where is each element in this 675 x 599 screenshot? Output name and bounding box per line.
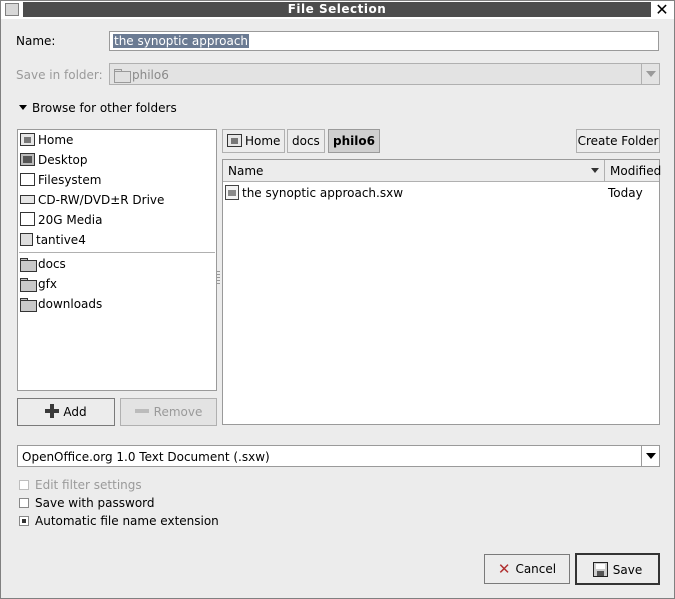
minus-icon (134, 409, 149, 413)
folder-icon (114, 69, 131, 83)
title-bar: File Selection ✕ (1, 1, 674, 19)
path-button-philo6[interactable]: philo6 (328, 129, 380, 153)
desktop-icon (20, 153, 35, 166)
chevron-down-icon (646, 453, 656, 459)
add-bookmark-button[interactable]: Add (17, 398, 115, 426)
folder-icon (20, 298, 37, 312)
file-modified: Today (608, 186, 643, 200)
save-in-folder-label: Save in folder: (16, 68, 103, 82)
automatic-extension-checkbox[interactable] (19, 516, 29, 526)
remove-bookmark-button[interactable]: Remove (120, 398, 217, 426)
network-icon (20, 233, 33, 246)
edit-filter-settings-label: Edit filter settings (35, 478, 142, 492)
file-type-filter-value: OpenOffice.org 1.0 Text Document (.sxw) (22, 450, 270, 464)
home-icon (227, 134, 242, 147)
places-sidebar: Home Desktop Filesystem CD-RW/DVD±R Driv… (17, 129, 217, 391)
column-header-name[interactable]: Name (223, 160, 605, 182)
sidebar-separator (19, 252, 215, 253)
sort-arrow-icon (591, 168, 599, 173)
filesystem-icon (20, 173, 35, 186)
cancel-button[interactable]: ✕ Cancel (484, 554, 570, 584)
create-folder-button[interactable]: Create Folder (576, 129, 660, 153)
save-button[interactable]: Save (575, 553, 660, 585)
sidebar-item-docs[interactable]: docs (20, 254, 66, 274)
floppy-disk-icon (592, 562, 608, 577)
cancel-icon: ✕ (497, 560, 511, 578)
path-button-home[interactable]: Home (222, 129, 286, 153)
window-menu-icon[interactable] (5, 3, 19, 16)
sidebar-item-desktop[interactable]: Desktop (20, 150, 88, 170)
sidebar-item-media[interactable]: 20G Media (20, 210, 102, 230)
save-in-folder-dropdown-button[interactable] (641, 64, 659, 84)
save-in-folder-value: philo6 (114, 68, 169, 83)
expander-arrow-icon (19, 105, 27, 110)
automatic-extension-label: Automatic file name extension (35, 514, 219, 528)
file-type-dropdown-button[interactable] (641, 446, 659, 466)
save-in-folder-combo[interactable]: philo6 (109, 63, 660, 85)
name-field-selection: the synoptic approach (113, 34, 250, 48)
media-icon (20, 212, 35, 226)
chevron-down-icon (646, 71, 656, 77)
sidebar-item-gfx[interactable]: gfx (20, 274, 57, 294)
sidebar-item-downloads[interactable]: downloads (20, 294, 102, 314)
save-with-password-checkbox[interactable] (19, 498, 29, 508)
edit-filter-settings-checkbox[interactable] (19, 480, 29, 490)
file-type-filter[interactable]: OpenOffice.org 1.0 Text Document (.sxw) (17, 445, 660, 467)
column-header-modified[interactable]: Modified (605, 160, 661, 182)
save-with-password-label: Save with password (35, 496, 155, 510)
file-name: the synoptic approach.sxw (242, 186, 404, 200)
sidebar-item-tantive4[interactable]: tantive4 (20, 230, 86, 250)
window-title: File Selection (23, 2, 651, 17)
sidebar-item-home[interactable]: Home (20, 130, 73, 150)
sidebar-item-filesystem[interactable]: Filesystem (20, 170, 101, 190)
pane-resize-handle[interactable] (217, 271, 220, 285)
name-field[interactable]: the synoptic approach (109, 31, 659, 51)
plus-icon (45, 404, 60, 418)
drive-icon (20, 195, 35, 204)
name-label: Name: (16, 34, 56, 48)
sidebar-item-cd-drive[interactable]: CD-RW/DVD±R Drive (20, 190, 164, 210)
document-icon (225, 185, 239, 200)
file-list: Name Modified the synoptic approach.sxw … (222, 159, 661, 425)
path-button-docs[interactable]: docs (287, 129, 325, 153)
browse-expander-label: Browse for other folders (32, 101, 177, 115)
file-row[interactable]: the synoptic approach.sxw Today (225, 183, 657, 203)
folder-icon (20, 258, 37, 272)
close-icon[interactable]: ✕ (654, 1, 670, 18)
home-icon (20, 133, 35, 146)
file-selection-dialog: File Selection ✕ Name: the synoptic appr… (0, 0, 675, 599)
folder-icon (20, 278, 37, 292)
